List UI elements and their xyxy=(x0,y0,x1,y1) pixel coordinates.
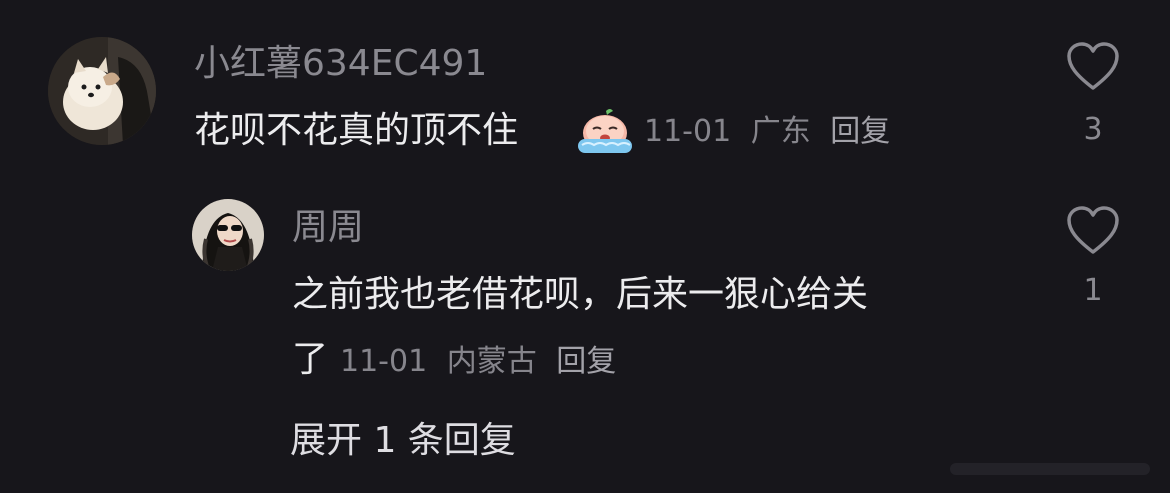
watermark xyxy=(950,455,1160,483)
reply-location: 内蒙古 xyxy=(446,344,537,379)
heart-icon xyxy=(1067,42,1119,90)
crying-face-emoji xyxy=(576,107,634,155)
heart-icon xyxy=(1067,206,1119,254)
reply-meta: 11-01 内蒙古 回复 xyxy=(340,347,626,377)
comment-username[interactable]: 小红薯634EC491 xyxy=(194,46,487,82)
comment-date: 11-01 xyxy=(644,114,732,149)
comment-reply-button[interactable]: 回复 xyxy=(830,114,890,149)
reply-text-line-2: 了 xyxy=(292,339,329,380)
reply-username[interactable]: 周周 xyxy=(292,210,364,246)
user-avatar[interactable] xyxy=(48,37,156,145)
reply-date: 11-01 xyxy=(340,344,428,379)
reply-reply-button[interactable]: 回复 xyxy=(556,344,616,379)
reply-user-avatar[interactable] xyxy=(192,199,264,271)
reply-like-button[interactable] xyxy=(1066,206,1120,256)
comment-meta: 11-01 广东 回复 xyxy=(644,117,900,147)
reply-text-line-1: 之前我也老借花呗，后来一狠心给关 xyxy=(292,274,869,315)
comment-location: 广东 xyxy=(750,114,811,149)
dog-avatar-icon xyxy=(48,37,156,145)
like-button[interactable] xyxy=(1066,42,1120,92)
reply-like-count: 1 xyxy=(1083,273,1103,308)
comment-thread: 小红薯634EC491 花呗不花真的顶不住 11-01 广东 回复 3 周周 之… xyxy=(0,0,1170,493)
expand-replies-button[interactable]: 展开 1 条回复 xyxy=(290,423,516,459)
girl-avatar-icon xyxy=(192,199,264,271)
like-count: 3 xyxy=(1083,112,1103,147)
comment-text: 花呗不花真的顶不住 xyxy=(194,110,519,151)
